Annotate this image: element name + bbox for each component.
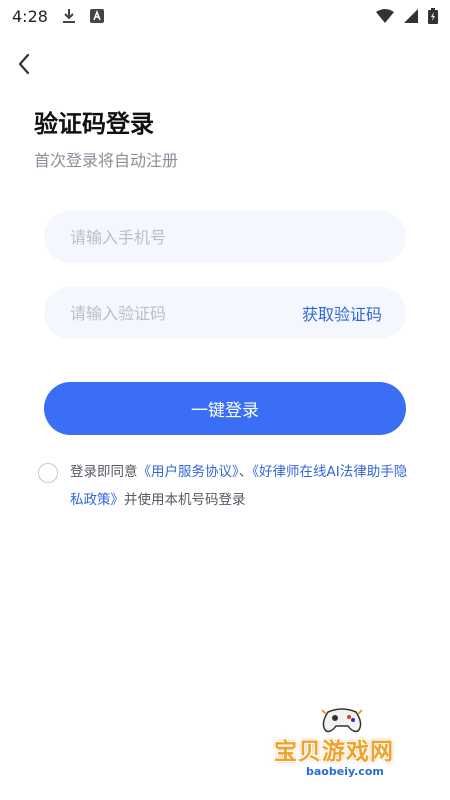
status-right bbox=[376, 8, 438, 24]
user-agreement-link[interactable]: 《用户服务协议》 bbox=[138, 464, 239, 480]
watermark-url: baobeiy.com bbox=[306, 765, 384, 778]
page-title: 验证码登录 bbox=[34, 110, 154, 138]
get-code-button[interactable]: 获取验证码 bbox=[302, 301, 382, 325]
login-button[interactable]: 一键登录 bbox=[44, 382, 406, 435]
back-button[interactable] bbox=[10, 50, 38, 78]
chevron-left-icon bbox=[18, 53, 30, 75]
agreement-separator: 、 bbox=[238, 464, 253, 480]
agreement-text: 登录即同意《用户服务协议》、《好律师在线AI法律助手隐私政策》并使用本机号码登录 bbox=[70, 458, 416, 514]
agreement: 登录即同意《用户服务协议》、《好律师在线AI法律助手隐私政策》并使用本机号码登录 bbox=[38, 462, 418, 514]
a-badge-icon bbox=[89, 9, 104, 23]
watermark: 宝贝游戏网 baobeiy.com bbox=[270, 702, 450, 800]
page-subtitle: 首次登录将自动注册 bbox=[34, 151, 179, 170]
agreement-prefix: 登录即同意 bbox=[70, 464, 138, 480]
phone-field[interactable] bbox=[44, 211, 406, 263]
battery-charging-icon bbox=[428, 8, 438, 24]
phone-input[interactable] bbox=[68, 226, 382, 248]
status-left: 4:28 bbox=[12, 7, 104, 26]
gamepad-icon bbox=[321, 708, 363, 733]
agreement-suffix: 并使用本机号码登录 bbox=[124, 492, 246, 508]
status-bar: 4:28 bbox=[0, 0, 450, 32]
code-field[interactable]: 获取验证码 bbox=[44, 287, 406, 339]
wifi-icon bbox=[376, 9, 394, 23]
agree-checkbox[interactable] bbox=[38, 463, 58, 483]
status-time: 4:28 bbox=[12, 6, 48, 26]
signal-icon bbox=[404, 9, 418, 23]
watermark-text: 宝贝游戏网 bbox=[274, 739, 394, 765]
download-icon bbox=[62, 8, 76, 24]
code-input[interactable] bbox=[68, 302, 302, 324]
